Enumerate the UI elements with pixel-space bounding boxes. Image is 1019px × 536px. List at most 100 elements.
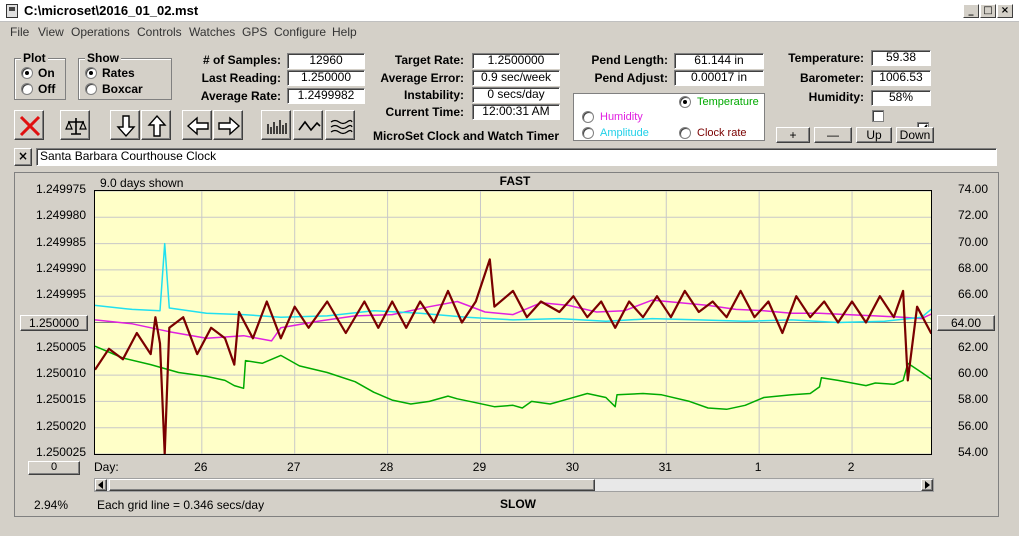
plot-on-option[interactable]: On (21, 65, 55, 81)
menu-file[interactable]: File (10, 25, 29, 39)
down-button[interactable]: Down (896, 127, 934, 143)
amplitude-option[interactable]: Amplitude (582, 127, 649, 139)
humidity-field: 58% (871, 90, 931, 106)
current-time-label: Current Time: (385, 105, 464, 119)
plot-off-radio[interactable] (21, 83, 33, 95)
pend-length-field: 61.144 in (674, 53, 764, 69)
menu-watches[interactable]: Watches (189, 25, 235, 39)
series-temperature (95, 345, 931, 411)
average-error-label: Average Error: (380, 71, 464, 85)
pend-length-label: Pend Length: (591, 53, 668, 67)
menu-controls[interactable]: Controls (137, 25, 182, 39)
stop-button[interactable] (14, 110, 44, 140)
clock-name-input[interactable]: Santa Barbara Courthouse Clock (36, 148, 997, 166)
show-rates-radio[interactable] (85, 67, 97, 79)
right-tick-label: 72.00 (957, 208, 988, 223)
wave-view-button[interactable] (293, 110, 323, 140)
day-tick-label: 2 (847, 460, 855, 474)
scroll-right-icon (925, 481, 930, 489)
maximize-button[interactable]: □ (980, 4, 996, 18)
day-tick-label: 27 (287, 460, 301, 474)
minus-button[interactable]: — (814, 127, 852, 143)
plot-area (94, 190, 932, 455)
offset-button[interactable]: 0 (28, 461, 80, 475)
day-axis-label: Day: (94, 460, 119, 474)
window-title: C:\microset\2016_01_02.mst (24, 3, 199, 18)
minimize-button[interactable]: _ (963, 4, 979, 18)
last-reading-field: 1.250000 (287, 70, 365, 86)
temperature-option-label: Temperature (697, 96, 759, 108)
temperature-option[interactable]: Temperature (679, 96, 759, 108)
menu-bar: File View Operations Controls Watches GP… (0, 22, 1019, 42)
target-rate-label: Target Rate: (394, 53, 464, 67)
clock-rate-option[interactable]: Clock rate (679, 127, 747, 139)
multi-wave-view-button[interactable] (325, 110, 355, 140)
arrow-down-button[interactable] (110, 110, 140, 140)
menu-gps[interactable]: GPS (242, 25, 267, 39)
amplitude-option-label: Amplitude (600, 127, 649, 139)
bar-chart-icon (267, 120, 287, 134)
pend-adjust-label: Pend Adjust: (594, 71, 668, 85)
clear-name-button[interactable]: × (14, 148, 32, 166)
left-tick-label: 1.249980 (35, 208, 86, 223)
plot-group: Plot On Off (14, 51, 66, 100)
show-boxcar-radio[interactable] (85, 83, 97, 95)
menu-configure[interactable]: Configure (274, 25, 326, 39)
right-tick-label: 62.00 (957, 339, 988, 354)
show-rates-label: Rates (102, 66, 135, 80)
arrow-left-button[interactable] (182, 110, 212, 140)
humidity-option[interactable]: Humidity (582, 111, 643, 123)
up-button[interactable]: Up (856, 127, 892, 143)
menu-view[interactable]: View (38, 25, 64, 39)
left-tick-label: 1.250015 (35, 392, 86, 407)
humidity-radio[interactable] (582, 111, 594, 123)
current-time-field: 12:00:31 AM (472, 104, 560, 120)
right-tick-label: 66.00 (957, 287, 988, 302)
arrow-up-icon (147, 114, 167, 137)
clock-rate-radio[interactable] (679, 127, 691, 139)
day-tick-label: 1 (754, 460, 762, 474)
bars-view-button[interactable] (261, 110, 291, 140)
multi-wave-icon (330, 119, 353, 135)
plot-on-radio[interactable] (21, 67, 33, 79)
balance-button[interactable] (60, 110, 90, 140)
temperature-radio[interactable] (679, 96, 691, 108)
right-tick-label: 60.00 (957, 366, 988, 381)
plus-button[interactable]: + (776, 127, 810, 143)
app-caption: MicroSet Clock and Watch Timer (372, 129, 560, 143)
title-bar: C:\microset\2016_01_02.mst _ □ × (0, 0, 1019, 22)
amplitude-radio[interactable] (582, 127, 594, 139)
show-boxcar-option[interactable]: Boxcar (85, 81, 143, 97)
show-rates-option[interactable]: Rates (85, 65, 135, 81)
menu-help[interactable]: Help (332, 25, 357, 39)
humidity-option-label: Humidity (600, 111, 643, 123)
close-button[interactable]: × (997, 4, 1013, 18)
arrow-right-icon (218, 116, 241, 136)
humidity-label: Humidity: (808, 90, 864, 104)
menu-operations[interactable]: Operations (71, 25, 130, 39)
plot-off-option[interactable]: Off (21, 81, 55, 97)
left-reference-button[interactable]: 1.250000 (20, 315, 88, 331)
red-x-icon (19, 115, 41, 137)
right-tick-label: 68.00 (957, 260, 988, 275)
scroll-left-button[interactable] (95, 479, 107, 491)
right-reference-button[interactable]: 64.00 (937, 315, 995, 331)
percent-label: 2.94% (34, 498, 69, 512)
fast-label: FAST (499, 174, 531, 188)
plot-on-label: On (38, 66, 55, 80)
pend-adjust-field: 0.00017 in (674, 70, 764, 86)
day-tick-label: 31 (658, 460, 672, 474)
plot-group-title: Plot (21, 51, 48, 65)
day-tick-label: 30 (565, 460, 580, 474)
checkbox-left[interactable] (872, 110, 884, 122)
arrow-left-icon (186, 116, 209, 136)
plot-off-label: Off (38, 82, 56, 96)
scroll-thumb[interactable] (109, 479, 595, 491)
time-scrollbar[interactable] (94, 478, 934, 492)
scroll-right-button[interactable] (921, 479, 933, 491)
series-rate (95, 258, 931, 454)
instability-label: Instability: (403, 88, 464, 102)
arrow-right-button[interactable] (213, 110, 243, 140)
arrow-up-button[interactable] (141, 110, 171, 140)
average-rate-field: 1.2499982 (287, 88, 365, 104)
